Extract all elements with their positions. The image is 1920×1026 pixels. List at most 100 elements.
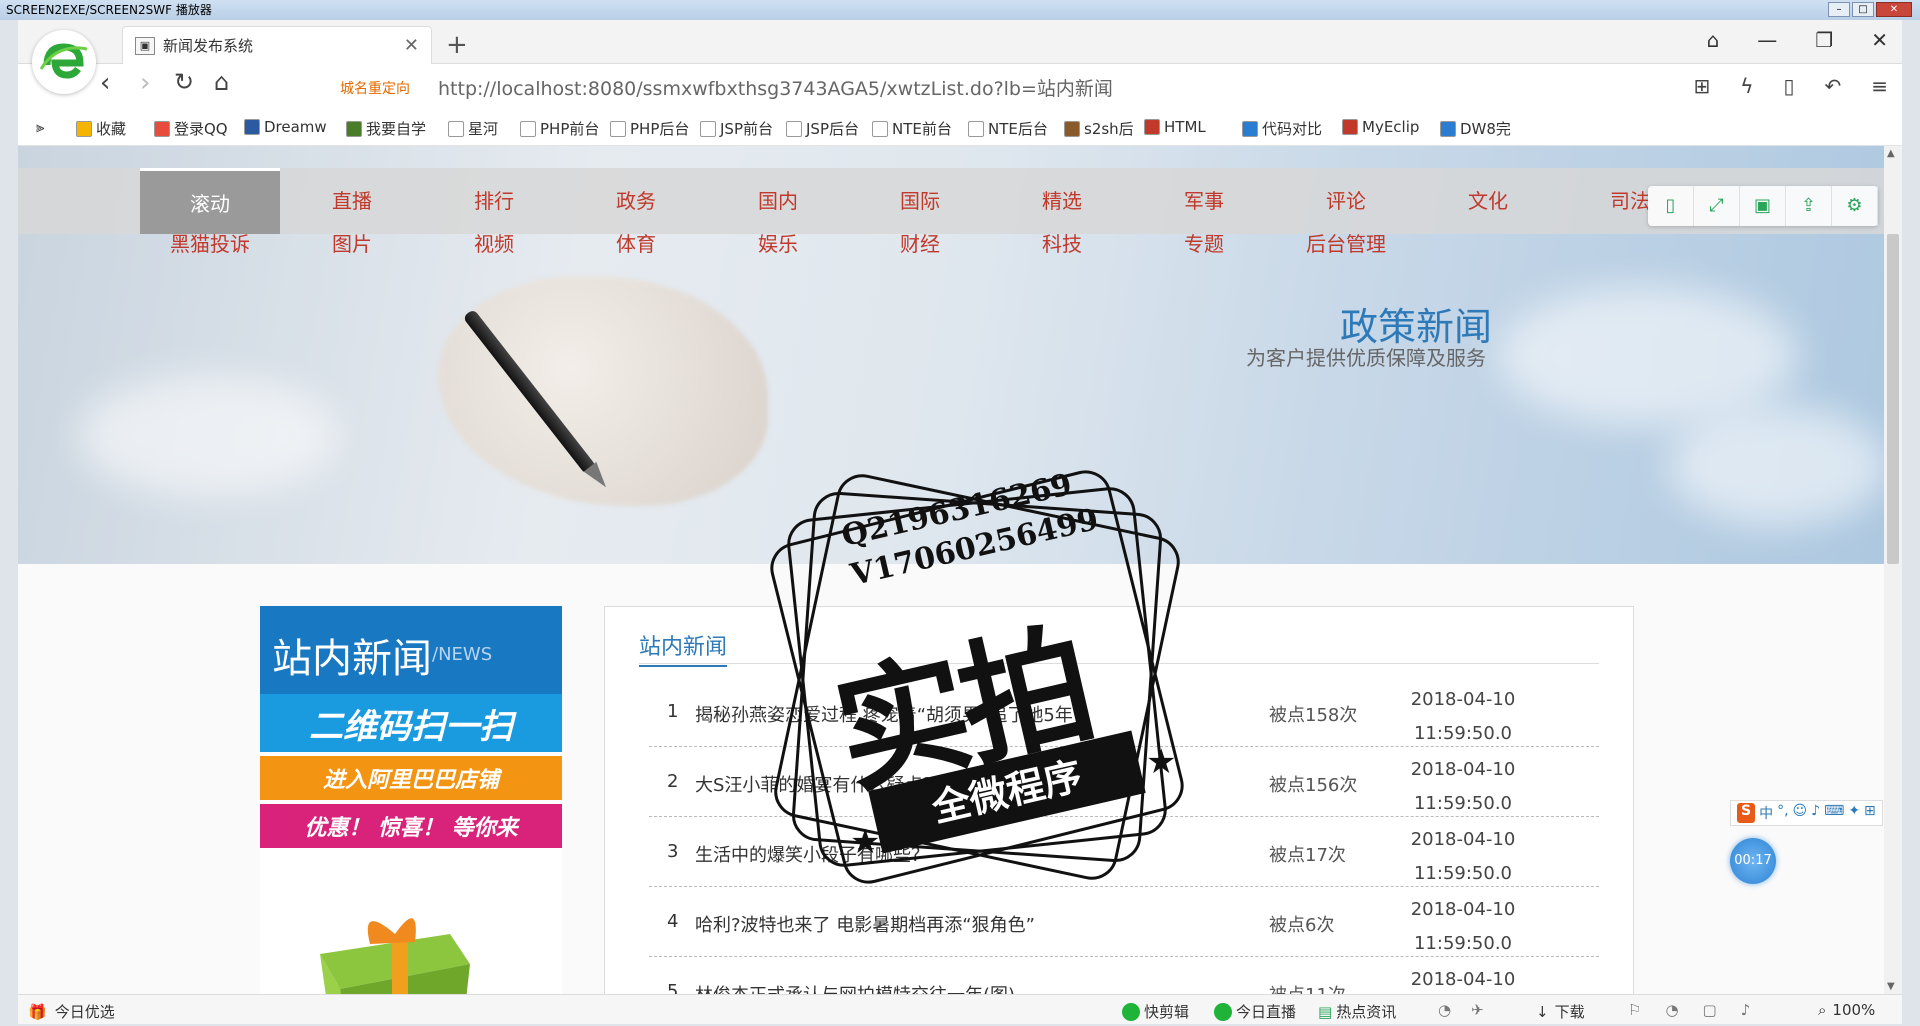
undo-icon[interactable]: ↶ [1824,74,1841,98]
browser-logo[interactable] [32,30,96,94]
favorite-item[interactable]: 代码对比 [1242,118,1322,139]
favorite-item[interactable]: s2sh后 [1064,118,1134,139]
phone-icon[interactable]: ▯ [1648,186,1694,226]
favorite-item[interactable]: JSP前台 [700,118,773,139]
news-row[interactable]: 1 揭秘孙燕姿恋爱过程 疼宠着“胡须男”追了她5年 被点158次 2018-04-10… [649,677,1599,747]
ime-mic-icon[interactable]: ♪ [1811,803,1820,823]
favorite-item[interactable]: NTE后台 [968,118,1048,139]
kuaijian-link[interactable]: 快剪辑 [1122,1001,1189,1022]
menu-icon[interactable]: ≡ [1871,74,1888,98]
news-title[interactable]: 林俊杰正式承认与网拍模特交往一年(图) [695,981,1015,994]
news-row[interactable]: 2 大S汪小菲的婚宴有什么疑点？ 被点156次 2018-04-10 11:59:50.… [649,747,1599,817]
scroll-up-icon[interactable]: ▲ [1887,148,1895,159]
share-icon[interactable]: ⇪ [1786,186,1832,226]
new-tab-button[interactable]: + [446,30,468,60]
sub-nav-item[interactable]: 后台管理 [1276,224,1416,264]
kuaijian-label: 快剪辑 [1144,1003,1190,1021]
lightning-icon[interactable]: ϟ [1740,74,1753,98]
favorite-item[interactable]: 我要自学 [346,118,426,139]
scrollbar-thumb[interactable] [1887,234,1899,564]
settings-icon[interactable]: ⚙ [1832,186,1878,226]
favorite-item[interactable]: 登录QQ [154,118,228,139]
ime-punct-icon[interactable]: °, [1777,803,1788,823]
news-row[interactable]: 3 生活中的爆笑小段子有哪些？ 被点17次 2018-04-10 11:59:50.0 [649,817,1599,887]
news-date: 2018-04-10 [1410,689,1516,710]
download-label: 下载 [1554,1003,1585,1021]
news-row[interactable]: 5 林俊杰正式承认与网拍模特交往一年(图) 被点11次 2018-04-10 [649,957,1599,994]
sub-nav-item[interactable]: 图片 [282,224,422,264]
sub-nav-item[interactable]: 娱乐 [708,224,848,264]
ie-logo-icon [39,40,88,84]
save-icon[interactable]: ▣ [1740,186,1786,226]
today-pick[interactable]: 🎁 今日优选 [28,1001,115,1022]
forward-icon[interactable]: › [140,68,150,98]
ime-emoji-icon[interactable]: ☺ [1793,803,1808,823]
favorite-item[interactable]: 星河 [448,118,498,139]
favorite-label: NTE前台 [892,120,952,138]
sogou-icon[interactable]: S [1737,803,1756,823]
ime-skin-icon[interactable]: ✦ [1848,803,1860,823]
page-favicon-icon: ▣ [135,36,155,55]
browser-tab[interactable]: ▣ 新闻发布系统 ✕ [122,26,432,64]
favorite-item[interactable]: 收藏 [76,118,126,139]
skin-icon[interactable]: ⌂ [1707,28,1720,52]
favorite-item[interactable]: PHP后台 [610,118,689,139]
bookmark-icon [448,120,464,137]
bookmark-icon [154,120,170,137]
sub-nav-item[interactable]: 黑猫投诉 [140,224,280,264]
status-tools-2[interactable]: ⚐◔▢♪ [1628,1001,1774,1019]
close-icon[interactable]: ✕ [1871,28,1888,52]
minimize-icon[interactable]: — [1757,28,1777,52]
news-title[interactable]: 揭秘孙燕姿恋爱过程 疼宠着“胡须男”追了她5年 [695,701,1073,727]
qrcode-icon[interactable]: ⊞ [1693,74,1710,98]
news-date: 2018-04-10 [1410,899,1516,920]
favorite-item[interactable]: Dreamw [244,118,327,136]
recording-timer[interactable]: 00:17 [1730,838,1776,884]
restore-icon[interactable]: ❐ [1815,28,1833,52]
scroll-down-icon[interactable]: ▼ [1887,981,1895,992]
outer-minimize-button[interactable]: – [1828,2,1850,17]
favorite-label: HTML [1164,118,1206,136]
favorite-item[interactable]: NTE前台 [872,118,952,139]
favorite-item[interactable]: DW8完 [1440,118,1511,139]
favorites-toggle-icon[interactable]: ⫸ [36,118,44,136]
zoom-control[interactable]: ⌕ 100% [1818,1001,1875,1019]
favorite-label: DW8完 [1460,120,1511,138]
live-link[interactable]: 今日直播 [1214,1001,1296,1022]
sub-nav-item[interactable]: 体育 [566,224,706,264]
ime-menu-icon[interactable]: ⊞ [1864,803,1876,823]
fullscreen-icon[interactable]: ⤢ [1694,186,1740,226]
favorite-item[interactable]: MyEclip [1342,118,1419,136]
favorite-item[interactable]: HTML [1144,118,1206,136]
url-field[interactable]: http://localhost:8080/ssmxwfbxthsg3743AG… [438,74,1113,101]
hot-news-link[interactable]: ▤ 热点资讯 [1318,1001,1396,1022]
status-tools[interactable]: ◔✈ [1438,1001,1504,1019]
sub-nav-item[interactable]: 专题 [1134,224,1274,264]
download-link[interactable]: ↓ 下载 [1536,1001,1585,1022]
shop-banner[interactable]: 二维码扫一扫 进入阿里巴巴店铺 优惠！ 惊喜！ 等你来 [260,694,562,994]
hero-banner: 滚动 直播 排行 政务 国内 国际 精选 军事 评论 文化 司法 黑猫投诉 图片 视频 体育 娱乐 财经 科技专… [18,146,1884,564]
star-icon [76,120,92,137]
sub-nav-item[interactable]: 科技 [992,224,1132,264]
news-title[interactable]: 大S汪小菲的婚宴有什么疑点？ [695,771,940,797]
back-icon[interactable]: ‹ [100,68,110,98]
sub-nav-item[interactable]: 视频 [424,224,564,264]
nav-item[interactable]: 文化 [1418,168,1558,234]
outer-close-button[interactable]: ✕ [1876,2,1912,17]
favorite-item[interactable]: PHP前台 [520,118,599,139]
refresh-icon[interactable]: ↻ [174,68,194,96]
page-viewport: 滚动 直播 排行 政务 国内 国际 精选 军事 评论 文化 司法 黑猫投诉 图片 视频 体育 娱乐 财经 科技专… [18,146,1884,994]
news-title[interactable]: 哈利?波特也来了 电影暑期档再添“狠角色” [695,911,1035,937]
sub-nav-item[interactable]: 财经 [850,224,990,264]
favorite-item[interactable]: JSP后台 [786,118,859,139]
outer-maximize-button[interactable]: □ [1852,2,1874,17]
tab-close-icon[interactable]: ✕ [404,35,419,56]
device-icon[interactable]: ▯ [1783,74,1794,98]
ime-lang[interactable]: 中 [1759,803,1773,823]
news-row[interactable]: 4 哈利?波特也来了 电影暑期档再添“狠角色” 被点6次 2018-04-10 11:5… [649,887,1599,957]
ime-keyboard-icon[interactable]: ⌨ [1824,803,1844,823]
address-bar-tools: ⊞ ϟ ▯ ↶ ≡ [1693,74,1888,98]
news-title[interactable]: 生活中的爆笑小段子有哪些？ [695,841,929,867]
vertical-scrollbar[interactable]: ▲ ▼ [1884,146,1902,994]
home-icon[interactable]: ⌂ [214,68,229,96]
